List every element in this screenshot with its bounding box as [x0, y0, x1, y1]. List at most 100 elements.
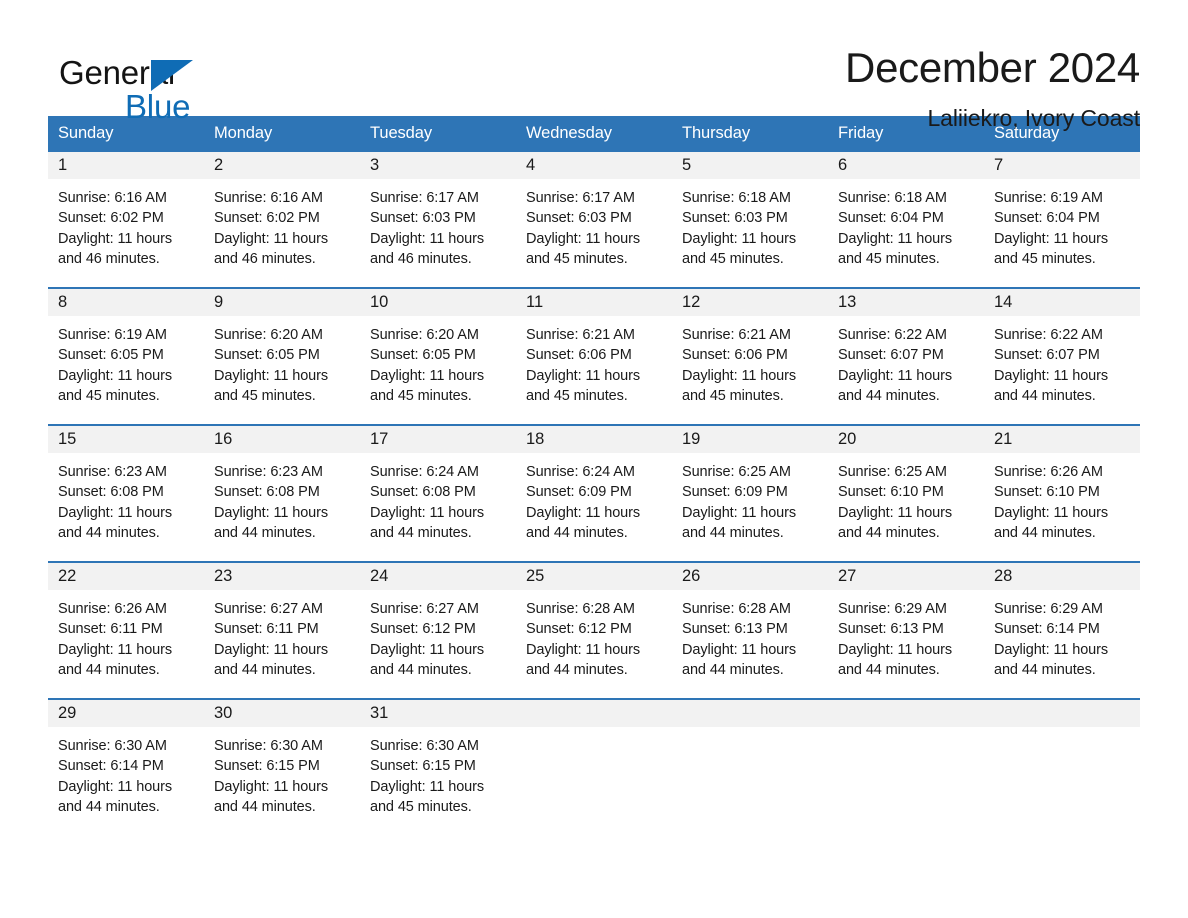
sunrise-time: Sunrise: 6:24 AM: [370, 464, 479, 480]
calendar-day-cell[interactable]: 10 Sunrise: 6:20 AM Sunset: 6:05 PM Dayligh…: [360, 287, 516, 425]
calendar-day-cell[interactable]: 27 Sunrise: 6:29 AM Sunset: 6:13 PM Dayligh…: [828, 561, 984, 699]
daylight-duration-line2: and 45 minutes.: [526, 387, 628, 404]
calendar-day-cell[interactable]: 1 Sunrise: 6:16 AM Sunset: 6:02 PM Daylight…: [48, 152, 204, 288]
calendar-day-cell[interactable]: 19 Sunrise: 6:25 AM Sunset: 6:09 PM Dayligh…: [672, 424, 828, 562]
day-cell-inner: [828, 700, 984, 835]
calendar-day-cell[interactable]: 14 Sunrise: 6:22 AM Sunset: 6:07 PM Dayligh…: [984, 287, 1140, 425]
day-cell-inner: 22 Sunrise: 6:26 AM Sunset: 6:11 PM Dayligh…: [48, 563, 204, 698]
calendar-day-cell[interactable]: 2 Sunrise: 6:16 AM Sunset: 6:02 PM Daylight…: [204, 152, 360, 288]
sunset-time: Sunset: 6:12 PM: [526, 621, 632, 638]
day-number: 5: [672, 152, 828, 179]
calendar-week-row: 29 Sunrise: 6:30 AM Sunset: 6:14 PM Dayligh…: [48, 698, 1140, 835]
calendar-day-cell[interactable]: 29 Sunrise: 6:30 AM Sunset: 6:14 PM Dayligh…: [48, 698, 204, 835]
daylight-duration-line2: and 46 minutes.: [214, 250, 316, 267]
calendar-day-cell[interactable]: 12 Sunrise: 6:21 AM Sunset: 6:06 PM Dayligh…: [672, 287, 828, 425]
day-cell-inner: 26 Sunrise: 6:28 AM Sunset: 6:13 PM Dayligh…: [672, 563, 828, 698]
day-number: 4: [516, 152, 672, 179]
sunset-time: Sunset: 6:12 PM: [370, 621, 476, 638]
sunrise-time: Sunrise: 6:23 AM: [214, 464, 323, 480]
day-number: 7: [984, 152, 1140, 179]
calendar-day-cell[interactable]: 5 Sunrise: 6:18 AM Sunset: 6:03 PM Daylight…: [672, 152, 828, 288]
calendar-day-cell[interactable]: 13 Sunrise: 6:22 AM Sunset: 6:07 PM Dayligh…: [828, 287, 984, 425]
calendar-day-cell[interactable]: 22 Sunrise: 6:26 AM Sunset: 6:11 PM Dayligh…: [48, 561, 204, 699]
calendar-day-cell: [984, 698, 1140, 835]
calendar-day-cell[interactable]: 17 Sunrise: 6:24 AM Sunset: 6:08 PM Dayligh…: [360, 424, 516, 562]
daylight-duration-line2: and 44 minutes.: [214, 524, 316, 541]
calendar-day-cell[interactable]: 16 Sunrise: 6:23 AM Sunset: 6:08 PM Dayligh…: [204, 424, 360, 562]
day-cell-inner: 24 Sunrise: 6:27 AM Sunset: 6:12 PM Dayligh…: [360, 563, 516, 698]
calendar-day-cell[interactable]: 25 Sunrise: 6:28 AM Sunset: 6:12 PM Dayligh…: [516, 561, 672, 699]
calendar-day-cell[interactable]: 20 Sunrise: 6:25 AM Sunset: 6:10 PM Dayligh…: [828, 424, 984, 562]
title-block: December 2024 Laliiekro, Ivory Coast: [845, 45, 1140, 132]
sunset-time: Sunset: 6:05 PM: [214, 347, 320, 364]
day-number: 21: [984, 426, 1140, 453]
calendar-day-cell[interactable]: 9 Sunrise: 6:20 AM Sunset: 6:05 PM Daylight…: [204, 287, 360, 425]
daylight-duration-line1: Daylight: 11 hours: [838, 230, 952, 247]
sunset-time: Sunset: 6:13 PM: [682, 621, 788, 638]
sunrise-time: Sunrise: 6:26 AM: [994, 464, 1103, 480]
daylight-duration-line2: and 45 minutes.: [838, 250, 940, 267]
sunset-time: Sunset: 6:06 PM: [526, 347, 632, 364]
day-info: Sunrise: 6:30 AM Sunset: 6:15 PM Daylight:…: [360, 727, 516, 817]
daylight-duration-line2: and 45 minutes.: [682, 387, 784, 404]
sunrise-time: Sunrise: 6:21 AM: [526, 327, 635, 343]
day-cell-inner: 25 Sunrise: 6:28 AM Sunset: 6:12 PM Dayligh…: [516, 563, 672, 698]
calendar-day-cell[interactable]: 31 Sunrise: 6:30 AM Sunset: 6:15 PM Dayligh…: [360, 698, 516, 835]
calendar-day-cell[interactable]: 3 Sunrise: 6:17 AM Sunset: 6:03 PM Daylight…: [360, 152, 516, 288]
day-cell-inner: 23 Sunrise: 6:27 AM Sunset: 6:11 PM Dayligh…: [204, 563, 360, 698]
day-cell-inner: 15 Sunrise: 6:23 AM Sunset: 6:08 PM Dayligh…: [48, 426, 204, 561]
calendar-day-cell[interactable]: 30 Sunrise: 6:30 AM Sunset: 6:15 PM Dayligh…: [204, 698, 360, 835]
sunrise-time: Sunrise: 6:22 AM: [838, 327, 947, 343]
weekday-header-monday: Monday: [204, 116, 360, 152]
daylight-duration-line1: Daylight: 11 hours: [58, 778, 172, 795]
calendar-day-cell[interactable]: 24 Sunrise: 6:27 AM Sunset: 6:12 PM Dayligh…: [360, 561, 516, 699]
sunrise-time: Sunrise: 6:27 AM: [214, 601, 323, 617]
sunrise-time: Sunrise: 6:18 AM: [682, 190, 791, 206]
day-number: 20: [828, 426, 984, 453]
day-info: Sunrise: 6:27 AM Sunset: 6:12 PM Daylight:…: [360, 590, 516, 680]
day-number: 14: [984, 289, 1140, 316]
daylight-duration-line1: Daylight: 11 hours: [526, 641, 640, 658]
sunrise-time: Sunrise: 6:16 AM: [58, 190, 167, 206]
day-cell-inner: 14 Sunrise: 6:22 AM Sunset: 6:07 PM Dayligh…: [984, 289, 1140, 424]
day-info: Sunrise: 6:23 AM Sunset: 6:08 PM Daylight:…: [204, 453, 360, 543]
day-number: 23: [204, 563, 360, 590]
calendar-day-cell[interactable]: 26 Sunrise: 6:28 AM Sunset: 6:13 PM Dayligh…: [672, 561, 828, 699]
calendar-table: Sunday Monday Tuesday Wednesday Thursday…: [48, 116, 1140, 835]
daylight-duration-line2: and 45 minutes.: [370, 387, 472, 404]
sunrise-time: Sunrise: 6:29 AM: [838, 601, 947, 617]
sunset-time: Sunset: 6:08 PM: [58, 484, 164, 501]
calendar-day-cell[interactable]: 23 Sunrise: 6:27 AM Sunset: 6:11 PM Dayligh…: [204, 561, 360, 699]
calendar-day-cell[interactable]: 6 Sunrise: 6:18 AM Sunset: 6:04 PM Daylight…: [828, 152, 984, 288]
calendar-day-cell: [672, 698, 828, 835]
calendar-day-cell[interactable]: 15 Sunrise: 6:23 AM Sunset: 6:08 PM Dayligh…: [48, 424, 204, 562]
daylight-duration-line2: and 44 minutes.: [370, 661, 472, 678]
day-info: Sunrise: 6:28 AM Sunset: 6:12 PM Daylight:…: [516, 590, 672, 680]
calendar-week-row: 1 Sunrise: 6:16 AM Sunset: 6:02 PM Daylight…: [48, 152, 1140, 288]
sunrise-time: Sunrise: 6:17 AM: [370, 190, 479, 206]
calendar-day-cell[interactable]: 7 Sunrise: 6:19 AM Sunset: 6:04 PM Daylight…: [984, 152, 1140, 288]
logo-triangle-icon: [151, 60, 193, 91]
daylight-duration-line1: Daylight: 11 hours: [370, 504, 484, 521]
calendar-day-cell[interactable]: 18 Sunrise: 6:24 AM Sunset: 6:09 PM Dayligh…: [516, 424, 672, 562]
sunset-time: Sunset: 6:07 PM: [838, 347, 944, 364]
day-info: Sunrise: 6:30 AM Sunset: 6:14 PM Daylight:…: [48, 727, 204, 817]
day-number: 24: [360, 563, 516, 590]
day-number: 26: [672, 563, 828, 590]
calendar-day-cell[interactable]: 11 Sunrise: 6:21 AM Sunset: 6:06 PM Dayligh…: [516, 287, 672, 425]
daylight-duration-line2: and 44 minutes.: [58, 798, 160, 815]
sunrise-time: Sunrise: 6:16 AM: [214, 190, 323, 206]
day-info: Sunrise: 6:16 AM Sunset: 6:02 PM Daylight:…: [204, 179, 360, 269]
calendar-day-cell[interactable]: 28 Sunrise: 6:29 AM Sunset: 6:14 PM Dayligh…: [984, 561, 1140, 699]
calendar-day-cell[interactable]: 8 Sunrise: 6:19 AM Sunset: 6:05 PM Daylight…: [48, 287, 204, 425]
sunrise-time: Sunrise: 6:25 AM: [838, 464, 947, 480]
day-info: Sunrise: 6:25 AM Sunset: 6:10 PM Daylight:…: [828, 453, 984, 543]
calendar-day-cell[interactable]: 4 Sunrise: 6:17 AM Sunset: 6:03 PM Daylight…: [516, 152, 672, 288]
calendar-day-cell[interactable]: 21 Sunrise: 6:26 AM Sunset: 6:10 PM Dayligh…: [984, 424, 1140, 562]
daylight-duration-line1: Daylight: 11 hours: [214, 641, 328, 658]
day-cell-inner: 19 Sunrise: 6:25 AM Sunset: 6:09 PM Dayligh…: [672, 426, 828, 561]
day-number: 19: [672, 426, 828, 453]
daylight-duration-line2: and 44 minutes.: [370, 524, 472, 541]
day-number: 11: [516, 289, 672, 316]
daylight-duration-line1: Daylight: 11 hours: [838, 641, 952, 658]
